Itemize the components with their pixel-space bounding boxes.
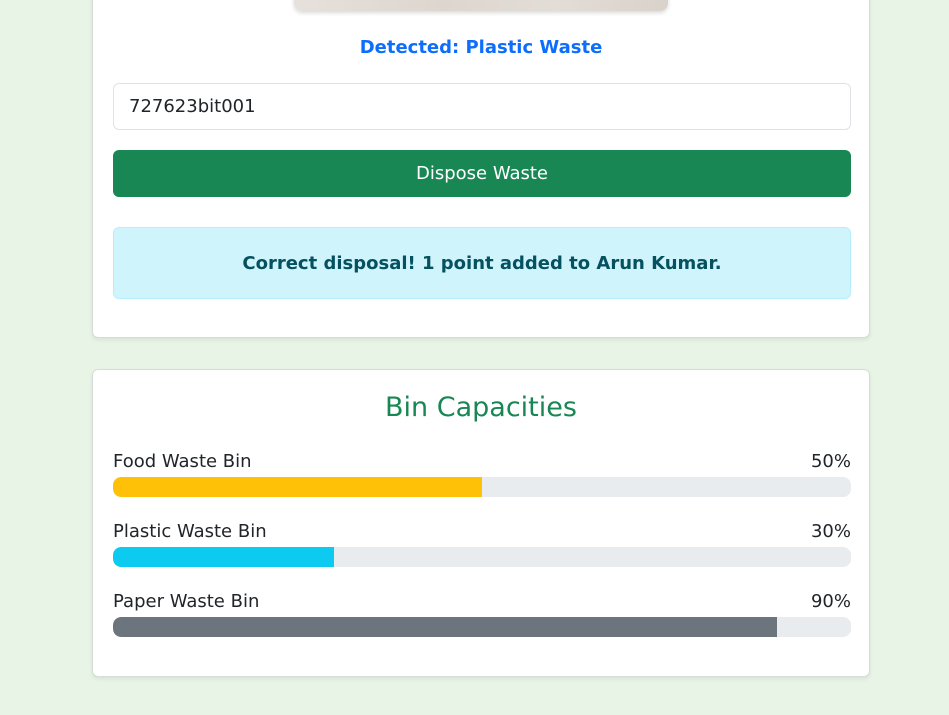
bin-percent-paper: 90% [810,591,851,612]
bin-row-paper: Paper Waste Bin 90% [113,591,851,639]
bin-capacities-title: Bin Capacities [385,392,577,423]
waste-preview-image [294,0,668,11]
bin-row-food: Food Waste Bin 50% [113,451,851,499]
bin-percent-plastic: 30% [810,521,851,542]
waste-disposal-card: Detected: Plastic Waste Dispose Waste Co… [92,0,870,338]
bin-progress-fill-food [113,477,482,497]
bin-progress-track-food [113,477,851,497]
bin-progress-track-paper [113,617,851,637]
bin-progress-fill-paper [113,617,778,637]
user-id-input[interactable] [113,83,851,130]
bin-capacities-card: Bin Capacities Food Waste Bin 50% Plasti… [92,369,870,677]
bin-label-paper: Paper Waste Bin [113,591,260,612]
bin-progress-fill-plastic [113,547,335,567]
bin-row-plastic: Plastic Waste Bin 30% [113,521,851,569]
disposal-result-alert: Correct disposal! 1 point added to Arun … [113,227,851,299]
bin-label-plastic: Plastic Waste Bin [113,521,267,542]
dispose-waste-button[interactable]: Dispose Waste [113,150,851,197]
detected-label: Detected: Plastic Waste [359,37,603,58]
bin-label-food: Food Waste Bin [113,451,252,472]
bin-progress-track-plastic [113,547,851,567]
bin-percent-food: 50% [810,451,851,472]
